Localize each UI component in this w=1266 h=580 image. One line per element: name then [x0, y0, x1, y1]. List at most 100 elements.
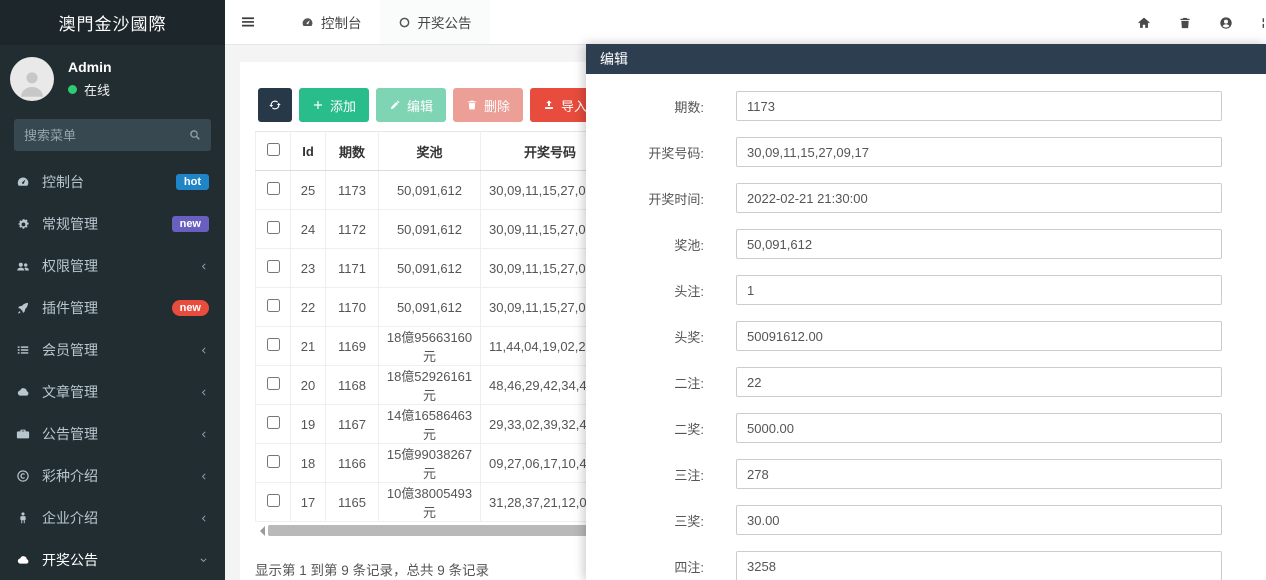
plus-icon — [312, 99, 324, 111]
form-field: 奖池: — [600, 229, 1222, 259]
brand-title: 澳門金沙國際 — [0, 0, 225, 45]
form-field: 开奖时间: — [600, 183, 1222, 213]
table-row[interactable]: 20 1168 18億52926161元 48,46,29,42,34,4 — [256, 366, 616, 405]
sidebar-toggle-button[interactable] — [225, 0, 271, 44]
chevron-down-icon — [198, 555, 209, 566]
cogs-icon — [16, 217, 38, 231]
col-header-id: Id — [291, 132, 326, 171]
briefcase-icon — [16, 427, 38, 441]
table-row[interactable]: 18 1166 15億99038267元 09,27,06,17,10,4 — [256, 444, 616, 483]
sidebar-item-dashboard[interactable]: 控制台 hot — [0, 161, 225, 203]
col-header-pool: 奖池 — [379, 132, 481, 171]
scroll-left-arrow-icon[interactable] — [255, 526, 265, 536]
table-row[interactable]: 24 1172 50,091,612 30,09,11,15,27,09,17 — [256, 210, 616, 249]
rocket-icon — [16, 301, 38, 315]
sidebar-item-company-intro[interactable]: 企业介绍 — [0, 497, 225, 539]
chevron-left-icon — [198, 261, 209, 272]
form-field: 开奖号码: — [600, 137, 1222, 167]
badge: hot — [176, 174, 209, 190]
user-panel: Admin 在线 — [0, 45, 225, 115]
chevron-left-icon — [198, 345, 209, 356]
field-input[interactable] — [736, 137, 1222, 167]
user-circle-button[interactable] — [1219, 16, 1233, 30]
table-header-row: Id 期数 奖池 开奖号码 — [256, 132, 616, 171]
tab-draw-announcement[interactable]: 开奖公告 — [380, 0, 490, 44]
table-row[interactable]: 22 1170 50,091,612 30,09,11,15,27,09,17 — [256, 288, 616, 327]
field-label: 三奖: — [600, 511, 704, 530]
form-field: 三注: — [600, 459, 1222, 489]
field-input[interactable] — [736, 229, 1222, 259]
field-label: 头注: — [600, 281, 704, 300]
table-row[interactable]: 23 1171 50,091,612 30,09,11,15,27,09,17 — [256, 249, 616, 288]
field-input[interactable] — [736, 551, 1222, 580]
field-input[interactable] — [736, 413, 1222, 443]
sidebar: 澳門金沙國際 Admin 在线 控制台 hot — [0, 0, 225, 580]
field-input[interactable] — [736, 367, 1222, 397]
row-checkbox[interactable] — [267, 299, 280, 312]
home-button[interactable] — [1137, 16, 1151, 30]
field-input[interactable] — [736, 459, 1222, 489]
row-checkbox[interactable] — [267, 260, 280, 273]
table-row[interactable]: 25 1173 50,091,612 30,09,11,15,27,09,17 — [256, 171, 616, 210]
refresh-button[interactable] — [258, 88, 292, 122]
sidebar-item-members[interactable]: 会员管理 — [0, 329, 225, 371]
table-row[interactable]: 17 1165 10億38005493元 31,28,37,21,12,0 — [256, 483, 616, 522]
person-icon — [16, 511, 38, 525]
field-input[interactable] — [736, 91, 1222, 121]
trash-button[interactable] — [1178, 16, 1192, 30]
search-icon — [188, 128, 202, 142]
row-checkbox[interactable] — [267, 338, 280, 351]
sidebar-item-plugins[interactable]: 插件管理 new — [0, 287, 225, 329]
field-input[interactable] — [736, 505, 1222, 535]
bars-icon — [240, 14, 256, 30]
sidebar-item-general[interactable]: 常规管理 new — [0, 203, 225, 245]
sliders-button[interactable] — [1260, 16, 1266, 30]
field-label: 二奖: — [600, 419, 704, 438]
form-field: 三奖: — [600, 505, 1222, 535]
form-field: 二注: — [600, 367, 1222, 397]
home-icon — [1137, 16, 1151, 30]
chevron-left-icon — [198, 471, 209, 482]
table-row[interactable]: 19 1167 14億16586463元 29,33,02,39,32,4 — [256, 405, 616, 444]
chevron-left-icon — [198, 429, 209, 440]
edit-dialog: 编辑 期数: 开奖号码: 开奖时间: 奖池: 头注: — [586, 44, 1266, 580]
users-icon — [16, 259, 38, 273]
row-checkbox[interactable] — [267, 377, 280, 390]
field-input[interactable] — [736, 275, 1222, 305]
circle-o-icon — [398, 16, 411, 29]
row-checkbox[interactable] — [267, 416, 280, 429]
sidebar-item-articles[interactable]: 文章管理 — [0, 371, 225, 413]
field-label: 四注: — [600, 557, 704, 576]
form-field: 四注: — [600, 551, 1222, 580]
top-navbar: 控制台 开奖公告 — [225, 0, 1266, 45]
online-dot-icon — [68, 85, 77, 94]
search-input[interactable] — [14, 119, 211, 151]
edit-dialog-titlebar[interactable]: 编辑 — [586, 44, 1266, 74]
field-input[interactable] — [736, 183, 1222, 213]
cloud-icon — [16, 385, 38, 399]
form-field: 头注: — [600, 275, 1222, 305]
sidebar-item-announcements[interactable]: 公告管理 — [0, 413, 225, 455]
records-table: Id 期数 奖池 开奖号码 25 1173 50,091,612 30,09,1… — [255, 131, 616, 522]
row-checkbox[interactable] — [267, 455, 280, 468]
table-row[interactable]: 21 1169 18億95663160元 11,44,04,19,02,2 — [256, 327, 616, 366]
field-label: 开奖时间: — [600, 189, 704, 208]
tab-dashboard[interactable]: 控制台 — [283, 0, 380, 44]
form-field: 头奖: — [600, 321, 1222, 351]
select-all-checkbox[interactable] — [267, 143, 280, 156]
field-input[interactable] — [736, 321, 1222, 351]
field-label: 二注: — [600, 373, 704, 392]
row-checkbox[interactable] — [267, 182, 280, 195]
copyright-icon — [16, 469, 38, 483]
pencil-icon — [389, 99, 401, 111]
sidebar-item-permissions[interactable]: 权限管理 — [0, 245, 225, 287]
form-field: 二奖: — [600, 413, 1222, 443]
field-label: 期数: — [600, 97, 704, 116]
person-silhouette-icon — [15, 67, 49, 101]
cloud-icon — [16, 553, 38, 567]
row-checkbox[interactable] — [267, 494, 280, 507]
row-checkbox[interactable] — [267, 221, 280, 234]
sidebar-item-draw-announcement[interactable]: 开奖公告 — [0, 539, 225, 580]
sidebar-item-lottery-intro[interactable]: 彩种介绍 — [0, 455, 225, 497]
add-button[interactable]: 添加 — [299, 88, 369, 122]
